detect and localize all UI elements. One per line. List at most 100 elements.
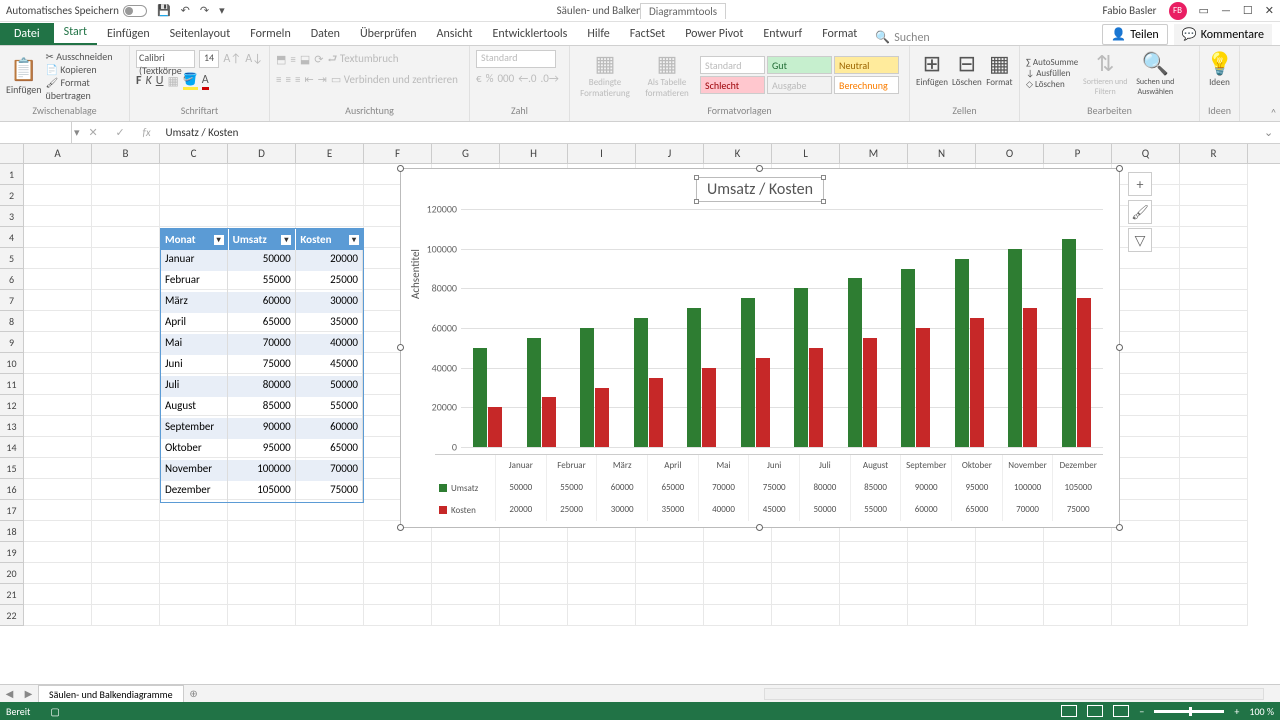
table-row[interactable]: April6500035000 xyxy=(161,313,363,334)
cell[interactable] xyxy=(432,563,500,584)
cell[interactable] xyxy=(1180,479,1248,500)
conditional-format-icon[interactable]: ▦ xyxy=(576,50,634,77)
decrease-font-icon[interactable]: A↓ xyxy=(245,52,263,66)
table-cell[interactable]: 80000 xyxy=(228,376,295,397)
table-cell[interactable]: 30000 xyxy=(296,292,363,313)
style-standard[interactable]: Standard xyxy=(700,56,765,74)
page-layout-view-icon[interactable] xyxy=(1087,705,1103,717)
fill-color-icon[interactable]: 🪣 xyxy=(183,72,198,90)
find-select-label[interactable]: Suchen und Auswählen xyxy=(1132,77,1178,97)
column-header[interactable]: A xyxy=(24,144,92,163)
cell[interactable] xyxy=(24,185,92,206)
sheet-tab[interactable]: Säulen- und Balkendiagramme xyxy=(38,685,184,703)
table-cell[interactable]: 20000 xyxy=(296,250,363,271)
cell[interactable] xyxy=(432,605,500,626)
bar-kosten[interactable] xyxy=(916,328,930,447)
cell[interactable] xyxy=(228,164,296,185)
cell[interactable] xyxy=(1112,605,1180,626)
cell[interactable] xyxy=(364,584,432,605)
cell[interactable] xyxy=(1180,164,1248,185)
paste-label[interactable]: Einfügen xyxy=(6,83,42,96)
cell[interactable] xyxy=(92,374,160,395)
cell[interactable] xyxy=(568,542,636,563)
cell[interactable] xyxy=(92,521,160,542)
table-cell[interactable]: 65000 xyxy=(228,313,295,334)
table-row[interactable]: November10000070000 xyxy=(161,460,363,481)
border-icon[interactable]: ▦ xyxy=(167,74,178,89)
cell[interactable] xyxy=(1044,584,1112,605)
bar-group[interactable] xyxy=(943,209,997,447)
cell[interactable] xyxy=(1112,416,1180,437)
cell[interactable] xyxy=(228,563,296,584)
style-ausgabe[interactable]: Ausgabe xyxy=(767,76,832,94)
row-header[interactable]: 12 xyxy=(0,395,24,416)
font-size-select[interactable]: 14 xyxy=(199,50,220,68)
format-painter-button[interactable]: 🖌 Format übertragen xyxy=(46,76,123,102)
cell[interactable] xyxy=(500,605,568,626)
cell[interactable] xyxy=(500,563,568,584)
table-cell[interactable]: 50000 xyxy=(228,250,295,271)
cell[interactable] xyxy=(92,206,160,227)
table-cell[interactable]: August xyxy=(161,397,228,418)
row-header[interactable]: 21 xyxy=(0,584,24,605)
sort-filter-icon[interactable]: ⇅ xyxy=(1082,50,1128,77)
column-header[interactable]: N xyxy=(908,144,976,163)
cell[interactable] xyxy=(1112,563,1180,584)
comma-icon[interactable]: 000 xyxy=(497,72,514,85)
cell[interactable] xyxy=(92,479,160,500)
ideas-icon[interactable]: 💡 xyxy=(1206,50,1233,77)
cell[interactable] xyxy=(24,206,92,227)
cell[interactable] xyxy=(1112,437,1180,458)
fill-button[interactable]: ↓ Ausfüllen xyxy=(1026,68,1078,79)
cell[interactable] xyxy=(704,563,772,584)
bar-group[interactable] xyxy=(836,209,890,447)
column-header[interactable]: I xyxy=(568,144,636,163)
cell[interactable] xyxy=(1180,437,1248,458)
cell[interactable] xyxy=(432,542,500,563)
column-header[interactable]: M xyxy=(840,144,908,163)
bar-group[interactable] xyxy=(622,209,676,447)
cell[interactable] xyxy=(228,584,296,605)
cell[interactable] xyxy=(92,227,160,248)
cell[interactable] xyxy=(92,248,160,269)
cell[interactable] xyxy=(1044,542,1112,563)
cell[interactable] xyxy=(24,521,92,542)
cell[interactable] xyxy=(92,605,160,626)
cell[interactable] xyxy=(92,185,160,206)
cell[interactable] xyxy=(636,584,704,605)
chart-object[interactable]: Umsatz / Kosten Achsentitel 020000400006… xyxy=(400,168,1120,528)
cell[interactable] xyxy=(500,584,568,605)
horizontal-scrollbar[interactable] xyxy=(764,688,1264,700)
enter-formula-icon[interactable]: ✓ xyxy=(115,126,124,139)
row-header[interactable]: 1 xyxy=(0,164,24,185)
cell[interactable] xyxy=(704,542,772,563)
bar-umsatz[interactable] xyxy=(1008,249,1022,447)
bar-umsatz[interactable] xyxy=(794,288,808,447)
table-cell[interactable]: 95000 xyxy=(228,439,295,460)
table-header-monat[interactable]: Monat▾ xyxy=(161,229,229,250)
cell[interactable] xyxy=(1180,185,1248,206)
cell[interactable] xyxy=(1112,521,1180,542)
close-icon[interactable]: ✕ xyxy=(1265,4,1274,17)
cell[interactable] xyxy=(1112,584,1180,605)
column-header[interactable]: Q xyxy=(1112,144,1180,163)
column-header[interactable]: F xyxy=(364,144,432,163)
bar-group[interactable] xyxy=(996,209,1050,447)
cell[interactable] xyxy=(1180,332,1248,353)
resize-handle[interactable] xyxy=(1116,524,1123,531)
align-right-icon[interactable]: ≡ xyxy=(295,73,300,86)
style-berechnung[interactable]: Berechnung xyxy=(834,76,899,94)
cell[interactable] xyxy=(160,563,228,584)
table-cell[interactable]: 45000 xyxy=(296,355,363,376)
cell[interactable] xyxy=(772,605,840,626)
cell[interactable] xyxy=(1112,458,1180,479)
cell[interactable] xyxy=(228,605,296,626)
ribbon-display-icon[interactable]: ▭ xyxy=(1199,4,1209,17)
italic-icon[interactable]: K xyxy=(146,74,152,88)
cell[interactable] xyxy=(24,248,92,269)
font-color-icon[interactable]: A xyxy=(202,73,209,90)
table-cell[interactable]: Januar xyxy=(161,250,228,271)
cell[interactable] xyxy=(228,206,296,227)
increase-font-icon[interactable]: A↑ xyxy=(223,52,241,66)
row-header[interactable]: 4 xyxy=(0,227,24,248)
